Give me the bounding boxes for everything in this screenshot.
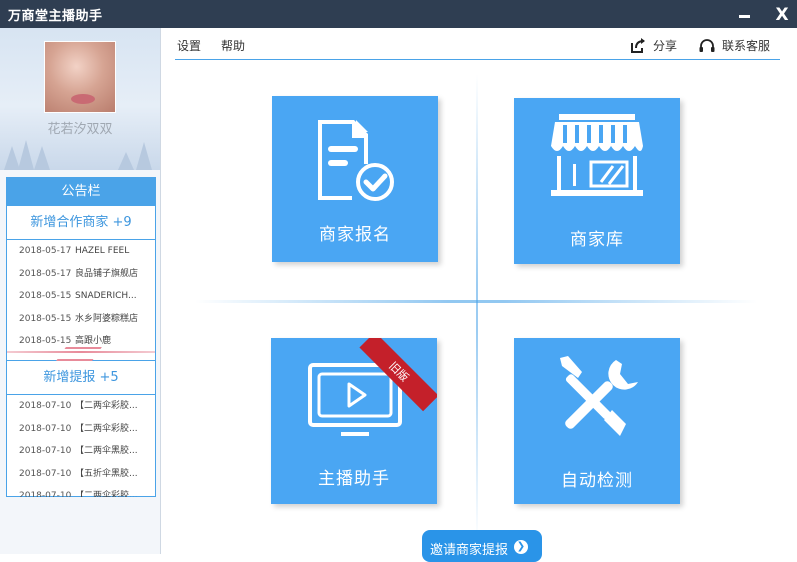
- auto-check-tile[interactable]: 自动检测: [514, 338, 680, 504]
- notice-board-title: 公告栏: [7, 178, 155, 206]
- minimize-button[interactable]: [730, 0, 758, 28]
- merchant-list: 2018-05-17 HAZEL FEEL 2018-05-17 良品铺子旗舰店 2…: [7, 240, 155, 344]
- contact-support-label: 联系客服: [722, 39, 771, 53]
- new-merchants-heading[interactable]: 新增合作商家 +9: [7, 206, 155, 240]
- share-icon: [631, 38, 645, 53]
- list-item[interactable]: 2018-05-15 高跟小鹿: [7, 330, 155, 344]
- decorative-divider-vertical: [476, 74, 478, 542]
- list-item[interactable]: 2018-07-10 【二两伞彩胶...: [7, 395, 155, 418]
- anchor-assistant-tile[interactable]: 主播助手 旧版: [271, 338, 437, 504]
- share-label: 分享: [653, 39, 678, 53]
- profile-panel: 花若汐双双: [0, 28, 160, 170]
- merchant-register-label: 商家报名: [319, 225, 391, 245]
- new-promos-heading[interactable]: 新增提报 +5: [7, 360, 155, 395]
- tree-decoration: [118, 152, 134, 170]
- list-item[interactable]: 2018-07-10 【二两伞彩胶...: [7, 485, 155, 497]
- tree-decoration: [34, 146, 50, 170]
- list-item[interactable]: 2018-05-17 HAZEL FEEL: [7, 240, 155, 263]
- list-item[interactable]: 2018-07-10 【二两伞彩胶...: [7, 418, 155, 441]
- auto-check-label: 自动检测: [561, 471, 633, 491]
- anchor-assistant-label: 主播助手: [318, 469, 390, 489]
- tools-icon: [560, 356, 638, 436]
- menu-bar: 设置 帮助 分享 联系客服: [175, 28, 780, 60]
- menu-help[interactable]: 帮助: [221, 37, 245, 54]
- document-check-icon: [318, 120, 394, 201]
- close-button[interactable]: X: [768, 0, 796, 28]
- merchant-library-tile[interactable]: 商家库: [514, 98, 680, 264]
- invite-merchant-button[interactable]: 邀请商家提报 ❯: [422, 530, 542, 562]
- title-bar: 万商堂主播助手 X: [0, 0, 797, 28]
- tree-decoration: [136, 142, 152, 170]
- notice-board: 公告栏 新增合作商家 +9 2018-05-17 HAZEL FEEL 2018-…: [6, 177, 156, 497]
- minimize-icon: [739, 15, 750, 18]
- invite-merchant-label: 邀请商家提报: [430, 543, 509, 558]
- arrow-right-icon: ❯: [514, 540, 528, 554]
- list-item[interactable]: 2018-05-15 水乡阿婆粽糕店: [7, 308, 155, 331]
- promo-list: 2018-07-10 【二两伞彩胶... 2018-07-10 【二两伞彩胶... …: [7, 395, 155, 497]
- window-title: 万商堂主播助手: [8, 9, 103, 24]
- menu-settings[interactable]: 设置: [177, 37, 201, 54]
- username: 花若汐双双: [47, 122, 113, 137]
- tree-decoration: [18, 140, 34, 170]
- list-item[interactable]: 2018-05-17 良品铺子旗舰店: [7, 263, 155, 286]
- decorative-divider-horizontal: [195, 300, 757, 303]
- list-item[interactable]: 2018-05-15 SNADERICH...: [7, 285, 155, 308]
- sidebar: 花若汐双双 公告栏 新增合作商家 +9 2018-05-17 HAZEL FEEL…: [0, 28, 161, 554]
- divider-ribbon: [7, 344, 155, 361]
- storefront-icon: [551, 114, 643, 196]
- list-item[interactable]: 2018-07-10 【五折伞黑胶...: [7, 463, 155, 486]
- merchant-library-label: 商家库: [570, 230, 624, 250]
- merchant-register-tile[interactable]: 商家报名: [272, 96, 438, 262]
- headset-icon: [699, 39, 715, 52]
- list-item[interactable]: 2018-07-10 【二两伞黑胶...: [7, 440, 155, 463]
- avatar[interactable]: [45, 42, 115, 112]
